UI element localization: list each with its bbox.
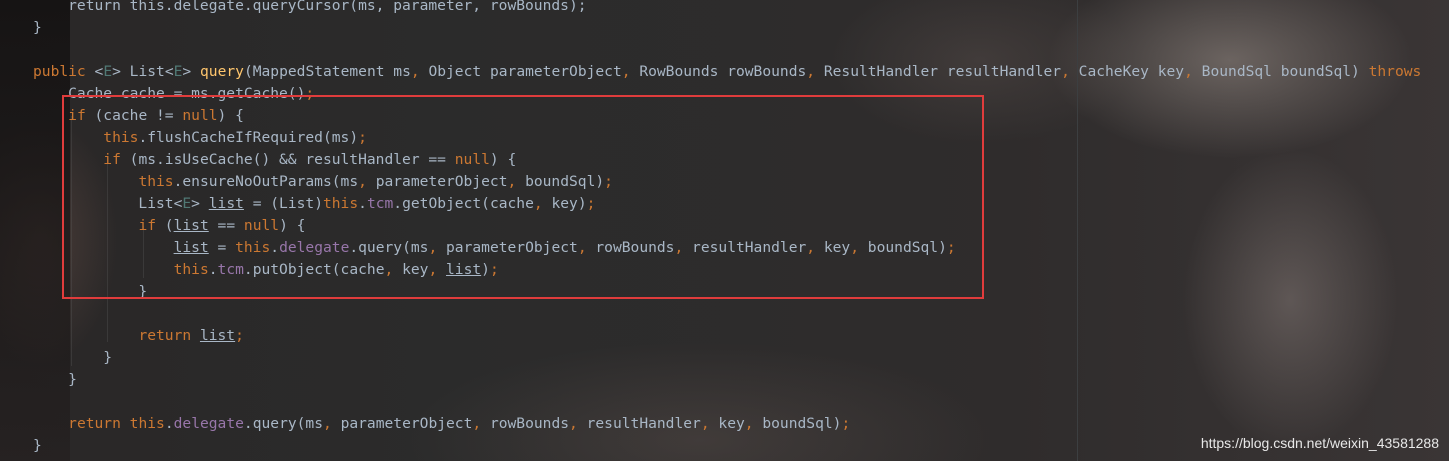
code-line: } — [33, 17, 42, 39]
code-token: boundSql) — [762, 415, 842, 432]
code-token: , — [323, 415, 341, 432]
code-line: return this.delegate.query(ms, parameter… — [33, 413, 850, 435]
code-token: , — [621, 63, 640, 80]
highlight-box — [62, 95, 984, 299]
code-token: this — [129, 415, 165, 432]
code-token: } — [33, 371, 77, 388]
code-token: .query(ms — [243, 415, 323, 432]
code-token: RowBounds rowBounds — [639, 63, 807, 80]
code-token: rowBounds — [489, 415, 570, 432]
code-token: , — [700, 415, 719, 432]
watermark: https://blog.csdn.net/weixin_43581288 — [1200, 435, 1439, 451]
code-token: , — [744, 415, 763, 432]
code-token: , — [806, 63, 824, 80]
code-token: , — [1061, 63, 1079, 80]
code-line: public <E> List<E> query(MappedStatement… — [33, 61, 1421, 83]
code-token: } — [33, 349, 113, 366]
code-line: return this.delegate.queryCursor(ms, par… — [33, 0, 587, 17]
code-token: , — [569, 415, 587, 432]
code-token: > — [182, 63, 200, 80]
code-token: CacheKey key — [1078, 63, 1185, 80]
code-line: return list; — [33, 325, 244, 347]
code-token: ResultHandler resultHandler — [823, 63, 1062, 80]
code-token: return — [138, 327, 200, 344]
code-token: , — [410, 63, 429, 80]
code-token: } — [33, 437, 42, 454]
code-token: , — [472, 415, 490, 432]
code-token: delegate — [173, 415, 244, 432]
code-token: parameterObject — [340, 415, 473, 432]
code-token: , — [1184, 63, 1202, 80]
code-token: . — [164, 415, 174, 432]
code-line: } — [33, 435, 42, 457]
code-token: query — [200, 63, 244, 80]
code-token: ; — [235, 327, 244, 344]
code-token: > List< — [112, 63, 174, 80]
code-token: ; — [841, 415, 851, 432]
code-token: list — [199, 327, 236, 344]
code-token: key — [718, 415, 745, 432]
code-token: throws — [1368, 63, 1422, 80]
code-token: resultHandler — [586, 415, 701, 432]
code-token: < — [94, 63, 104, 80]
code-token: return this.delegate.queryCursor(ms, par… — [33, 0, 587, 14]
code-line: } — [33, 347, 112, 369]
code-token: (MappedStatement ms — [243, 63, 411, 80]
code-token: return — [68, 415, 130, 432]
code-token: E — [103, 63, 113, 80]
code-token: } — [33, 19, 42, 36]
code-token: BoundSql boundSql) — [1201, 63, 1369, 80]
code-token: public — [33, 63, 95, 80]
code-line: } — [33, 369, 77, 391]
code-token: Object parameterObject — [428, 63, 622, 80]
